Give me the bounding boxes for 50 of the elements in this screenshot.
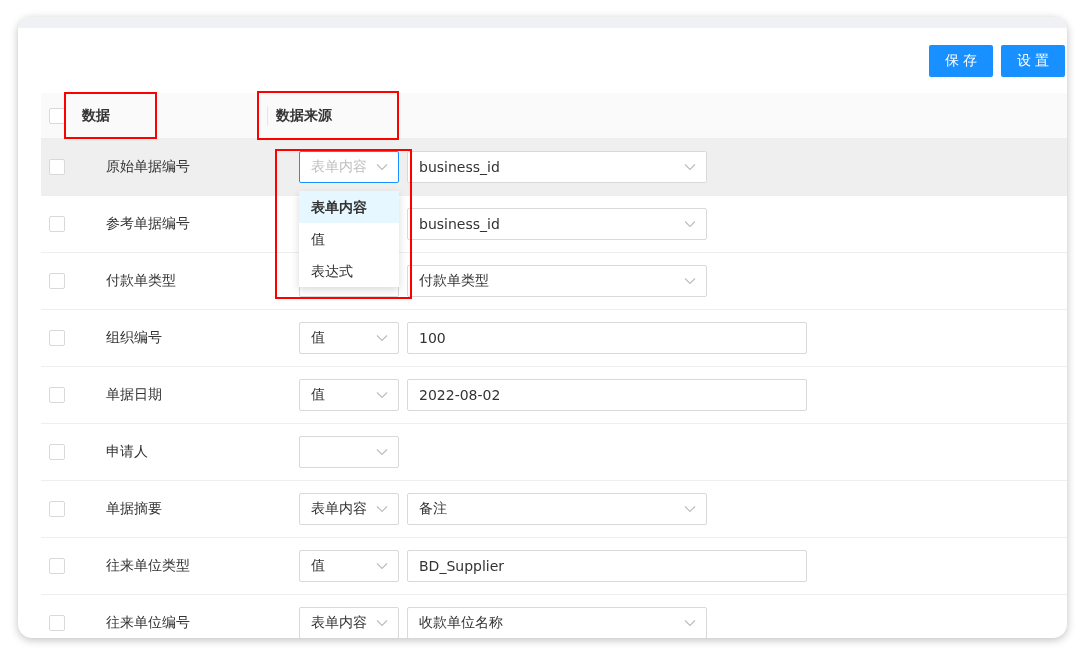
dropdown-option[interactable]: 值 (299, 223, 399, 255)
source-select[interactable] (299, 436, 399, 468)
value-select[interactable]: 备注 (407, 493, 707, 525)
chevron-down-icon (376, 163, 388, 171)
row-checkbox[interactable] (49, 216, 65, 232)
chevron-down-icon (684, 220, 696, 228)
chevron-down-icon (376, 505, 388, 513)
chevron-down-icon (376, 448, 388, 456)
value-input[interactable]: BD_Supplier (407, 550, 807, 582)
row-checkbox[interactable] (49, 387, 65, 403)
source-select[interactable]: 值 (299, 550, 399, 582)
source-select[interactable]: 值 (299, 379, 399, 411)
chevron-down-icon (376, 619, 388, 627)
column-header: 数据 (82, 106, 111, 125)
source-select[interactable]: 值 (299, 322, 399, 354)
value-select[interactable]: 付款单类型 (407, 265, 707, 297)
value-select[interactable]: business_id (407, 208, 707, 240)
field-name: 单据摘要 (106, 500, 163, 518)
field-name: 原始单据编号 (106, 158, 191, 176)
field-name: 参考单据编号 (106, 215, 191, 233)
chevron-down-icon (684, 277, 696, 285)
chevron-down-icon (376, 562, 388, 570)
chevron-down-icon (684, 163, 696, 171)
source-select[interactable]: 表单内容 (299, 607, 399, 638)
field-name: 申请人 (106, 443, 149, 461)
field-name: 组织编号 (106, 329, 163, 347)
field-name: 往来单位编号 (106, 614, 191, 632)
row-checkbox[interactable] (49, 330, 65, 346)
field-name: 往来单位类型 (106, 557, 191, 575)
row-checkbox[interactable] (49, 615, 65, 631)
select-all-checkbox[interactable] (49, 107, 65, 124)
row-checkbox[interactable] (49, 273, 65, 289)
value-select[interactable]: 收款单位名称 (407, 607, 707, 638)
field-name: 付款单类型 (106, 272, 177, 290)
row-checkbox[interactable] (49, 558, 65, 574)
chevron-down-icon (376, 334, 388, 342)
chevron-down-icon (684, 505, 696, 513)
dropdown-option[interactable]: 表单内容 (299, 191, 399, 223)
source-select[interactable]: 表单内容 (299, 493, 399, 525)
dropdown-option[interactable]: 表达式 (299, 255, 399, 287)
value-input[interactable]: 2022-08-02 (407, 379, 807, 411)
value-input[interactable]: 100 (407, 322, 807, 354)
column-header: 数据来源 (276, 106, 332, 125)
chevron-down-icon (376, 391, 388, 399)
value-select[interactable]: business_id (407, 151, 707, 183)
field-name: 单据日期 (106, 386, 163, 404)
row-checkbox[interactable] (49, 501, 65, 517)
chevron-down-icon (684, 619, 696, 627)
row-checkbox[interactable] (49, 444, 65, 460)
row-checkbox[interactable] (49, 159, 65, 175)
